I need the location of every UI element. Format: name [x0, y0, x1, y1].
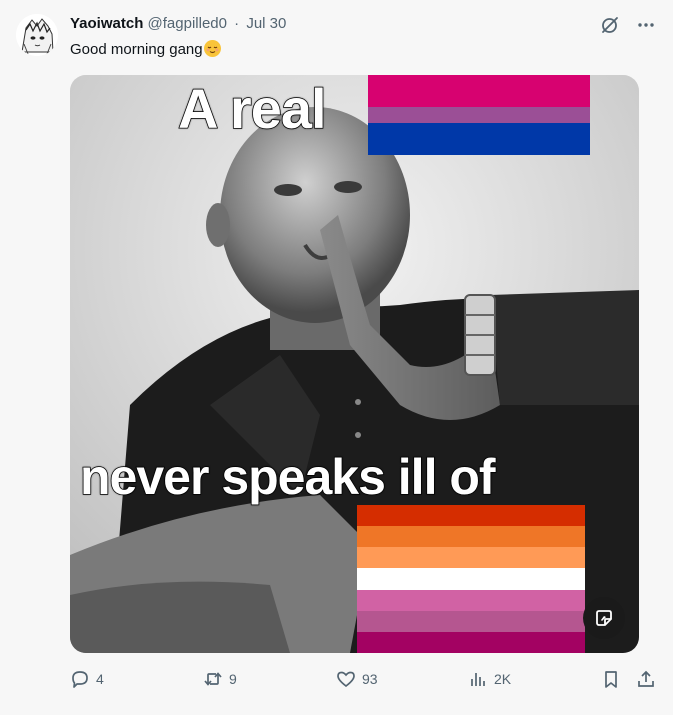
repost-icon: [204, 672, 222, 686]
like-button[interactable]: 93: [336, 666, 378, 692]
reply-button[interactable]: 4: [70, 666, 104, 692]
tweet: Yaoiwatch @fagpilled0 · Jul 30 Good morn…: [0, 0, 673, 715]
avatar-image: [16, 14, 58, 56]
more-options-icon[interactable]: [635, 14, 657, 36]
flag-stripe: [357, 568, 585, 590]
tweet-header: Yaoiwatch @fagpilled0 · Jul 30: [70, 14, 286, 34]
tweet-actions: 4 9 93 2K: [70, 666, 660, 692]
meme-top-text: A real: [177, 76, 327, 141]
flag-stripe: [357, 547, 585, 569]
flag-stripe: [357, 505, 585, 527]
flag-stripe: [368, 75, 590, 107]
analytics-icon: [471, 673, 485, 686]
avatar[interactable]: [16, 14, 58, 56]
repost-button[interactable]: 9: [203, 666, 237, 692]
display-name[interactable]: Yaoiwatch: [70, 15, 143, 32]
tweet-date[interactable]: Jul 30: [246, 15, 286, 32]
bookmark-button[interactable]: [601, 666, 621, 692]
flag-stripe: [368, 107, 590, 123]
image-edit-button[interactable]: [583, 597, 625, 639]
sticker-edit-icon: [596, 610, 612, 626]
bookmark-icon: [605, 671, 617, 688]
relieved-face-emoji-icon: [203, 40, 221, 57]
tweet-media-image[interactable]: A real never speaks ill of: [70, 75, 639, 653]
views-button[interactable]: 2K: [468, 666, 511, 692]
flag-stripe: [368, 123, 590, 155]
share-button[interactable]: [636, 666, 656, 692]
flag-stripe: [357, 589, 585, 611]
bisexual-flag: [368, 75, 590, 155]
flag-stripe: [357, 610, 585, 632]
separator: ·: [234, 15, 240, 32]
tweet-text: Good morning gang: [70, 40, 221, 60]
reply-count: 4: [96, 671, 104, 687]
meme-bottom-text: never speaks ill of: [79, 448, 496, 506]
user-handle[interactable]: @fagpilled0: [148, 15, 227, 32]
reply-icon: [72, 671, 88, 688]
tweet-top-actions: [599, 14, 657, 36]
share-icon: [638, 670, 654, 687]
flag-stripe: [357, 631, 585, 653]
views-count: 2K: [494, 671, 512, 687]
grok-icon[interactable]: [599, 14, 621, 36]
flag-stripe: [357, 526, 585, 548]
tweet-body: Good morning gang: [70, 41, 203, 58]
lesbian-flag: [357, 505, 585, 653]
like-count: 93: [362, 671, 378, 687]
repost-count: 9: [229, 671, 237, 687]
heart-icon: [337, 671, 355, 688]
